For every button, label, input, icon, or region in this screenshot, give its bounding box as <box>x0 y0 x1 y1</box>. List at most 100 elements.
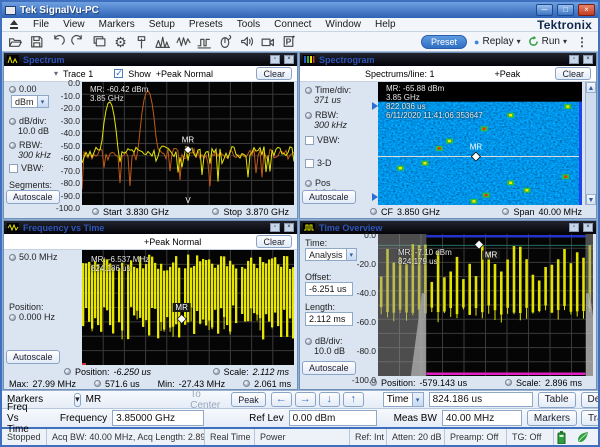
preset-marker-icon[interactable]: P <box>279 33 298 50</box>
spectrum-close-button[interactable]: × <box>284 55 294 64</box>
spectrum-titlebar[interactable]: Spectrum ▫ × <box>4 53 297 66</box>
more-menu-icon[interactable]: ⋮ <box>574 35 590 49</box>
fvt-position-knob[interactable] <box>9 314 16 321</box>
vbw-checkbox[interactable] <box>9 164 18 173</box>
redo-icon[interactable] <box>69 33 88 50</box>
stop-knob[interactable] <box>212 208 219 215</box>
to-close-button[interactable]: × <box>583 223 593 232</box>
marker-dropdown-button[interactable]: ▾ <box>74 393 81 407</box>
scroll-down-icon[interactable]: ▼ <box>586 194 596 205</box>
pos-knob[interactable] <box>305 180 312 187</box>
spectrogram-clear-button[interactable]: Clear <box>555 67 591 80</box>
ref-lev-input[interactable] <box>289 410 377 426</box>
spectrum-plot[interactable]: MRV <box>82 82 294 205</box>
to-xscale-knob[interactable] <box>505 379 512 386</box>
menu-item-window[interactable]: Window <box>318 18 368 31</box>
sgram-vbw-checkbox[interactable] <box>305 136 314 145</box>
menu-item-markers[interactable]: Markers <box>92 18 142 31</box>
to-center-button[interactable]: To Center <box>184 389 226 411</box>
cf-value[interactable]: 3.850 GHz <box>397 207 440 217</box>
to-minimize-button[interactable]: ▫ <box>569 223 579 232</box>
peak-right-button[interactable]: → <box>295 392 316 407</box>
window-close-button[interactable]: × <box>578 4 595 16</box>
fvt-xscale-knob[interactable] <box>213 368 220 375</box>
fvt-titlebar[interactable]: Frequency vs Time ▫ × <box>4 221 297 234</box>
marker-readout-type-dropdown[interactable]: Time▾ <box>383 392 424 407</box>
to-xpos-value[interactable]: -579.143 us <box>420 378 468 388</box>
menu-item-file[interactable]: File <box>26 18 56 31</box>
menu-item-presets[interactable]: Presets <box>182 18 230 31</box>
db-div-value[interactable]: 10.0 dB <box>18 126 49 136</box>
ref-level-knob[interactable] <box>9 86 16 93</box>
eject-icon[interactable] <box>8 20 20 30</box>
marker-flag-icon[interactable] <box>132 33 151 50</box>
menu-item-view[interactable]: View <box>56 18 92 31</box>
ref-level-value[interactable]: 0.00 <box>19 84 37 94</box>
define-button[interactable]: Define <box>581 392 600 408</box>
fvt-position-value[interactable]: 0.000 Hz <box>19 312 55 322</box>
fvt-xpos-value[interactable]: -6.250 us <box>114 367 152 377</box>
show-checkbox[interactable] <box>114 69 123 78</box>
markers-panel-button[interactable]: Markers <box>527 410 577 426</box>
spectrogram-scrollbar[interactable]: ▲ ▼ <box>585 82 596 205</box>
fvt-top-scale[interactable]: 50.0 MHz <box>19 252 58 262</box>
spectrum-clear-button[interactable]: Clear <box>256 67 292 80</box>
scroll-up-icon[interactable]: ▲ <box>586 82 596 93</box>
meas-bw-input[interactable] <box>442 410 522 426</box>
spectrums-line-label[interactable]: Spectrums/line: 1 <box>365 69 435 79</box>
to-db-div-knob[interactable] <box>305 338 312 345</box>
fvt-minimize-button[interactable]: ▫ <box>270 223 280 232</box>
spectrogram-titlebar[interactable]: Spectrogram ▫ × <box>300 53 596 66</box>
window-minimize-button[interactable]: ─ <box>536 4 553 16</box>
spectrogram-close-button[interactable]: × <box>583 55 593 64</box>
open-folder-icon[interactable] <box>6 33 25 50</box>
rbw-value[interactable]: 300 kHz <box>18 150 51 160</box>
audio-icon[interactable] <box>237 33 256 50</box>
frequency-input[interactable] <box>112 410 204 426</box>
menu-item-help[interactable]: Help <box>368 18 403 31</box>
start-value[interactable]: 3.830 GHz <box>126 207 169 217</box>
freq-vs-time-icon[interactable] <box>195 33 214 50</box>
sgram-rbw-value[interactable]: 300 kHz <box>314 120 347 130</box>
to-xscale-value[interactable]: 2.896 ms <box>545 378 582 388</box>
to-titlebar[interactable]: Time Overview ▫ × <box>300 221 596 234</box>
menu-item-connect[interactable]: Connect <box>267 18 318 31</box>
threed-checkbox[interactable] <box>305 159 314 168</box>
db-div-knob[interactable] <box>9 118 16 125</box>
spectrogram-plot[interactable]: MR <box>378 82 582 205</box>
units-dropdown[interactable]: dBm▾ <box>11 95 49 108</box>
peak-higher-button[interactable]: ↑ <box>343 392 364 407</box>
preset-button[interactable]: Preset <box>421 35 467 49</box>
fvt-plot[interactable]: MR <box>82 250 294 365</box>
spectrogram-autoscale-button[interactable]: Autoscale <box>302 190 356 204</box>
camera-icon[interactable] <box>258 33 277 50</box>
cf-knob[interactable] <box>370 208 377 215</box>
span-knob[interactable] <box>502 208 509 215</box>
span-value[interactable]: 40.00 MHz <box>538 207 582 217</box>
spectrum-minimize-button[interactable]: ▫ <box>270 55 280 64</box>
peak-lower-button[interactable]: ↓ <box>319 392 340 407</box>
run-control[interactable]: Run ▾ <box>528 36 567 47</box>
marker-value-input[interactable] <box>429 392 533 407</box>
fvt-top-knob[interactable] <box>9 254 16 261</box>
window-maximize-button[interactable]: □ <box>557 4 574 16</box>
sgram-rbw-knob[interactable] <box>305 112 312 119</box>
amplitude-vs-time-icon[interactable] <box>174 33 193 50</box>
stop-value[interactable]: 3.870 GHz <box>246 207 289 217</box>
to-plot[interactable]: MR <box>378 234 593 376</box>
spectrum-display-icon[interactable] <box>153 33 172 50</box>
trace-expander-icon[interactable]: ▾ <box>54 69 58 78</box>
scroll-track[interactable] <box>586 93 596 194</box>
peak-button[interactable]: Peak <box>231 392 266 407</box>
undo-icon[interactable] <box>48 33 67 50</box>
table-button[interactable]: Table <box>538 392 576 408</box>
spectrogram-minimize-button[interactable]: ▫ <box>569 55 579 64</box>
menu-item-tools[interactable]: Tools <box>230 18 267 31</box>
time-div-knob[interactable] <box>305 87 312 94</box>
fvt-max-at-knob[interactable] <box>94 380 101 387</box>
displays-icon[interactable] <box>90 33 109 50</box>
time-div-value[interactable]: 371 us <box>314 95 341 105</box>
settings-icon[interactable]: ⚙ <box>111 33 130 50</box>
menu-item-setup[interactable]: Setup <box>142 18 182 31</box>
start-knob[interactable] <box>92 208 99 215</box>
